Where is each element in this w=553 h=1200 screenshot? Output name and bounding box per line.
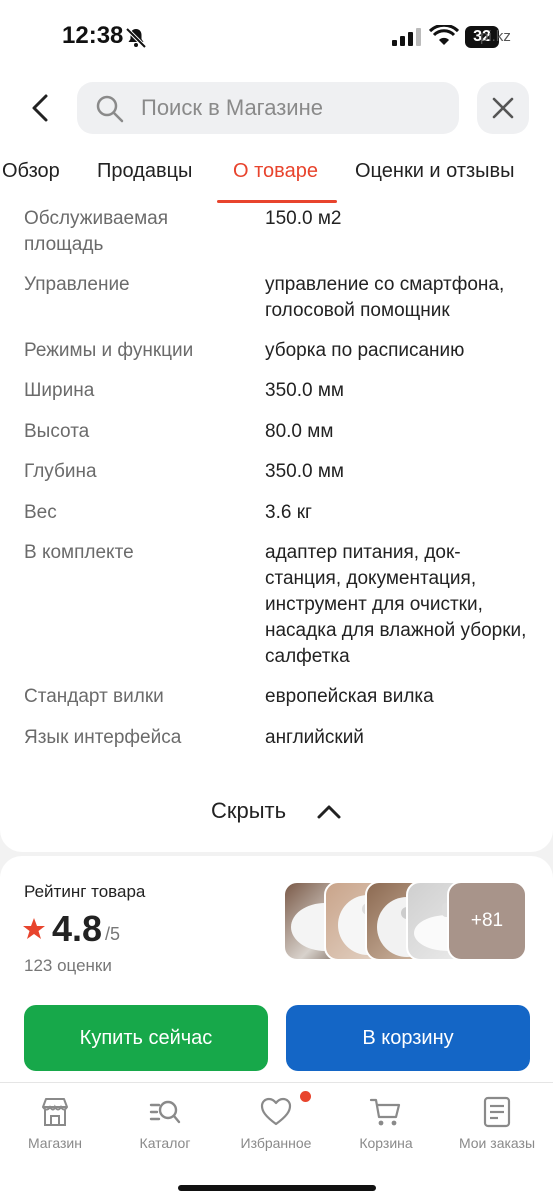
nav-item-orders[interactable]: Мои заказы bbox=[442, 1083, 552, 1163]
review-photos[interactable]: +81 bbox=[283, 881, 529, 961]
nav-label: Избранное bbox=[240, 1135, 312, 1151]
spec-label: Режимы и функции bbox=[24, 340, 194, 361]
rating-max: /5 bbox=[105, 924, 121, 944]
spec-label: Стандарт вилки bbox=[24, 686, 164, 707]
favorites-notification-dot bbox=[300, 1091, 311, 1102]
nav-label: Каталог bbox=[139, 1135, 191, 1151]
buy-now-button[interactable]: Купить сейчас bbox=[24, 1005, 268, 1071]
cart-icon bbox=[369, 1098, 401, 1126]
nav-item-favorites[interactable]: Избранное bbox=[221, 1083, 331, 1163]
more-photos-button[interactable]: +81 bbox=[447, 881, 527, 961]
nav-item-store[interactable]: Магазин bbox=[0, 1083, 110, 1163]
spec-value: 350.0 мм bbox=[265, 380, 344, 401]
spec-value: английский bbox=[265, 727, 364, 748]
tab-reviews[interactable]: Оценки и отзывы bbox=[355, 160, 515, 183]
home-indicator bbox=[178, 1185, 376, 1191]
spec-label: Обслуживаемая площадь bbox=[24, 208, 169, 255]
wifi-icon bbox=[429, 25, 459, 45]
tab-sellers[interactable]: Продавцы bbox=[97, 160, 192, 183]
cell-signal-icon bbox=[392, 28, 421, 46]
nav-label: Корзина bbox=[359, 1135, 413, 1151]
heart-icon bbox=[260, 1097, 292, 1126]
spec-value: 80.0 мм bbox=[265, 421, 334, 442]
orders-icon bbox=[483, 1096, 511, 1128]
search-icon bbox=[96, 95, 124, 123]
specs-card: Обслуживаемая площадь 150.0 м2 Управлени… bbox=[0, 204, 553, 852]
nav-item-cart[interactable]: Корзина bbox=[331, 1083, 441, 1163]
spec-label: В комплекте bbox=[24, 542, 134, 563]
spec-value: уборка по расписанию bbox=[265, 340, 465, 361]
active-tab-indicator bbox=[217, 200, 337, 203]
nav-item-catalog[interactable]: Каталог bbox=[110, 1083, 220, 1163]
status-bar: 12:38 32 pi.kz bbox=[0, 0, 553, 76]
spec-value: 3.6 кг bbox=[265, 502, 312, 523]
spec-value: управление со смартфона, голосовой помощ… bbox=[265, 274, 505, 321]
store-icon bbox=[42, 1098, 68, 1126]
rating-count[interactable]: 123 оценки bbox=[24, 956, 112, 976]
catalog-search-icon bbox=[149, 1100, 181, 1124]
search-header bbox=[0, 76, 553, 148]
spec-value: 150.0 м2 bbox=[265, 208, 342, 229]
spec-label: Язык интерфейса bbox=[24, 727, 182, 748]
watermark: pi.kz bbox=[480, 28, 511, 45]
search-input[interactable] bbox=[141, 82, 441, 134]
status-time: 12:38 bbox=[62, 22, 124, 49]
spec-label: Ширина bbox=[24, 380, 95, 401]
spec-label: Глубина bbox=[24, 461, 97, 482]
rating-value: 4.8 bbox=[52, 908, 103, 949]
nav-label: Магазин bbox=[27, 1135, 82, 1151]
nav-label: Мои заказы bbox=[458, 1135, 536, 1151]
spec-label: Высота bbox=[24, 421, 90, 442]
spec-label: Вес bbox=[24, 502, 57, 523]
product-tabs: Обзор Продавцы О товаре Оценки и отзывы bbox=[0, 148, 553, 204]
search-box[interactable] bbox=[77, 82, 459, 134]
spec-value: европейская вилка bbox=[265, 686, 434, 707]
star-icon bbox=[23, 918, 45, 939]
close-button[interactable] bbox=[477, 82, 529, 134]
hide-specs-button[interactable]: Скрыть bbox=[200, 798, 360, 828]
rating-card: Рейтинг товара 4.8 /5 123 оценки +81 Куп… bbox=[0, 856, 553, 1082]
rating-title: Рейтинг товара bbox=[24, 882, 146, 901]
hide-specs-label: Скрыть bbox=[211, 798, 287, 823]
spec-label: Управление bbox=[24, 274, 130, 295]
tab-overview[interactable]: Обзор bbox=[2, 160, 60, 183]
bell-muted-icon bbox=[125, 27, 147, 49]
spec-value: 350.0 мм bbox=[265, 461, 344, 482]
close-icon bbox=[492, 97, 514, 119]
spec-value: адаптер питания, док-станция, документац… bbox=[265, 542, 527, 667]
tab-about-product[interactable]: О товаре bbox=[233, 160, 318, 183]
back-arrow-icon[interactable] bbox=[24, 90, 60, 126]
add-to-cart-button[interactable]: В корзину bbox=[286, 1005, 530, 1071]
chevron-up-icon bbox=[317, 805, 341, 819]
bottom-nav: Магазин Каталог Избранное Корзина Мои за… bbox=[0, 1082, 553, 1200]
